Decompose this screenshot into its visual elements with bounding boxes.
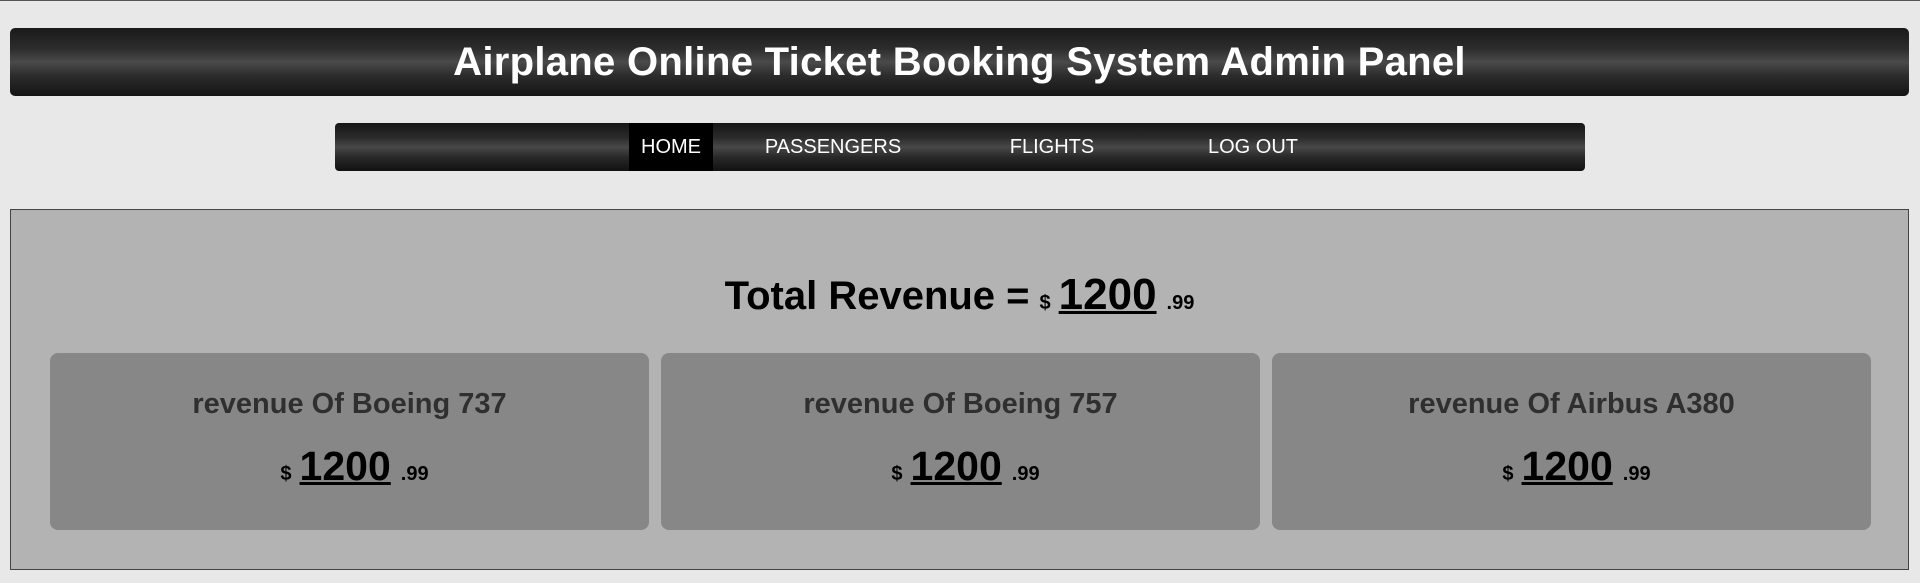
card-amount: $1200 .99 [661,443,1260,490]
revenue-card-boeing-737: revenue Of Boeing 737 $1200 .99 [50,353,649,530]
card-cents: .99 [400,463,429,485]
card-currency: $ [1502,463,1514,485]
card-title: revenue Of Boeing 737 [192,388,507,420]
card-cents: .99 [1011,463,1040,485]
card-amount-value: 1200 [910,443,1002,489]
card-cents: .99 [1622,463,1651,485]
total-revenue-currency: $ [1039,292,1051,314]
card-title: revenue Of Boeing 757 [803,388,1118,420]
nav-logout[interactable]: LOG OUT [1190,123,1316,171]
card-amount-value: 1200 [1521,443,1613,489]
revenue-card-boeing-757: revenue Of Boeing 757 $1200 .99 [661,353,1260,530]
nav-home[interactable]: HOME [629,123,713,171]
revenue-panel: Total Revenue = $1200 .99 revenue Of Boein… [10,209,1909,570]
page-title: Airplane Online Ticket Booking System Ad… [453,39,1466,84]
revenue-card-airbus-a380: revenue Of Airbus A380 $1200 .99 [1272,353,1871,530]
app-header: Airplane Online Ticket Booking System Ad… [10,28,1909,96]
card-amount-value: 1200 [299,443,391,489]
card-currency: $ [891,463,903,485]
total-revenue-cents: .99 [1166,292,1195,314]
card-amount: $1200 .99 [50,443,649,490]
nav-passengers[interactable]: PASSENGERS [758,123,908,171]
card-currency: $ [280,463,292,485]
total-revenue-label: Total Revenue = [724,274,1030,318]
total-revenue: Total Revenue = $1200 .99 [11,270,1908,320]
main-nav: HOME PASSENGERS FLIGHTS LOG OUT [335,123,1585,171]
nav-flights[interactable]: FLIGHTS [997,123,1107,171]
card-title: revenue Of Airbus A380 [1408,388,1735,420]
total-revenue-amount: 1200 [1058,270,1157,319]
card-amount: $1200 .99 [1272,443,1871,490]
